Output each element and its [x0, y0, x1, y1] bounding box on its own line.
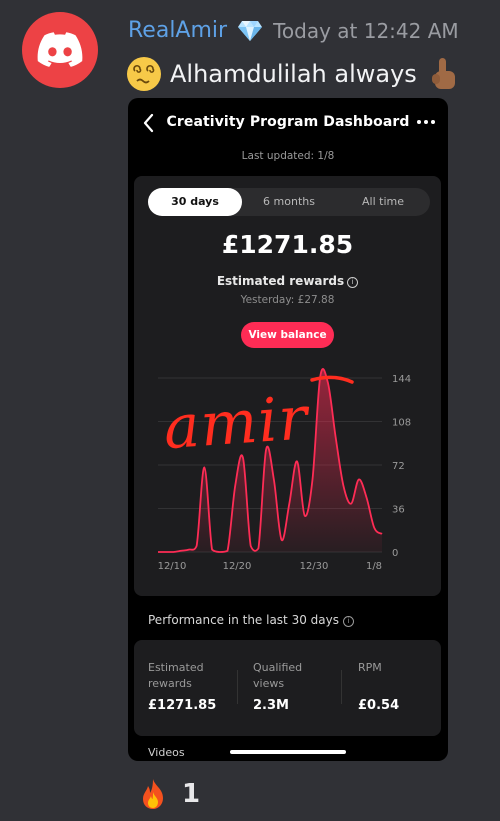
fire-emoji — [143, 779, 163, 809]
reaction-fire[interactable]: 1 — [138, 778, 200, 810]
y-tick-label: 0 — [392, 548, 398, 559]
x-tick-label: 1/8 — [366, 561, 382, 572]
divider — [237, 670, 238, 704]
videos-heading: Videos — [148, 746, 185, 759]
y-tick-label: 72 — [392, 461, 405, 472]
gem-icon — [238, 20, 263, 41]
phone-screenshot[interactable]: Creativity Program Dashboard Last update… — [128, 98, 448, 761]
message-header: RealAmir Today at 12:42 AM — [128, 18, 459, 43]
y-tick-label: 108 — [392, 418, 411, 429]
x-tick-label: 12/30 — [300, 561, 329, 572]
pointing-up-hand-emoji — [431, 58, 455, 89]
stat-rpm[interactable]: RPM £0.54 — [358, 660, 428, 713]
stat-value: 2.3M — [253, 698, 289, 713]
page-title: Creativity Program Dashboard — [166, 114, 410, 130]
discord-logo-icon — [37, 32, 83, 67]
tab-6-months[interactable]: 6 months — [242, 188, 336, 216]
stat-estimated-rewards[interactable]: Estimated rewards £1271.85 — [148, 660, 218, 713]
info-icon[interactable]: i — [343, 616, 354, 627]
yesterday-rewards: Yesterday: £27.88 — [240, 294, 335, 306]
divider — [341, 670, 342, 704]
reaction-count: 1 — [182, 779, 201, 809]
last-updated: Last updated: 1/8 — [241, 150, 335, 162]
view-balance-button[interactable]: View balance — [241, 322, 334, 348]
stat-value: £0.54 — [358, 698, 400, 713]
avatar[interactable] — [22, 12, 98, 88]
rewards-card: 30 days 6 months All time £1271.85 Estim… — [134, 176, 441, 596]
y-tick-label: 36 — [392, 505, 405, 516]
more-horizontal-icon[interactable] — [416, 116, 436, 128]
stat-qualified-views[interactable]: Qualified views 2.3M — [253, 660, 323, 713]
overlay-stroke — [310, 375, 354, 384]
estimated-rewards-label: Estimated rewards i — [134, 274, 441, 288]
y-tick-label: 144 — [392, 374, 411, 385]
stat-label: RPM — [358, 661, 382, 674]
message-content: Alhamdulilah always — [126, 56, 461, 92]
performance-heading: Performance in the last 30 days i — [148, 613, 354, 627]
stat-label: Qualified views — [253, 661, 303, 690]
rewards-chart: 0 36 72 108 144 12/10 12/20 12/30 1/8 amir — [158, 368, 411, 572]
dizzy-face-emoji — [127, 57, 161, 91]
tab-30-days[interactable]: 30 days — [148, 188, 242, 216]
stat-value: £1271.85 — [148, 698, 217, 713]
performance-stats: Estimated rewards £1271.85 Qualified vie… — [134, 640, 441, 736]
author-name[interactable]: RealAmir — [128, 18, 227, 43]
estimated-rewards-text: Estimated rewards — [216, 274, 345, 288]
dashboard-header: Creativity Program Dashboard — [128, 110, 448, 138]
x-tick-label: 12/20 — [223, 561, 252, 572]
performance-title: Performance in the last 30 days — [148, 613, 339, 627]
home-indicator[interactable] — [230, 750, 346, 754]
period-tabs: 30 days 6 months All time — [148, 188, 430, 216]
x-tick-label: 12/10 — [158, 561, 187, 572]
message-timestamp: Today at 12:42 AM — [273, 18, 459, 43]
info-icon[interactable]: i — [347, 277, 359, 288]
handwritten-overlay: amir — [161, 383, 312, 463]
message-text: Alhamdulilah always — [170, 60, 417, 88]
tab-all-time[interactable]: All time — [336, 188, 430, 216]
rewards-amount: £1271.85 — [221, 230, 354, 259]
stat-label: Estimated rewards — [148, 661, 204, 690]
